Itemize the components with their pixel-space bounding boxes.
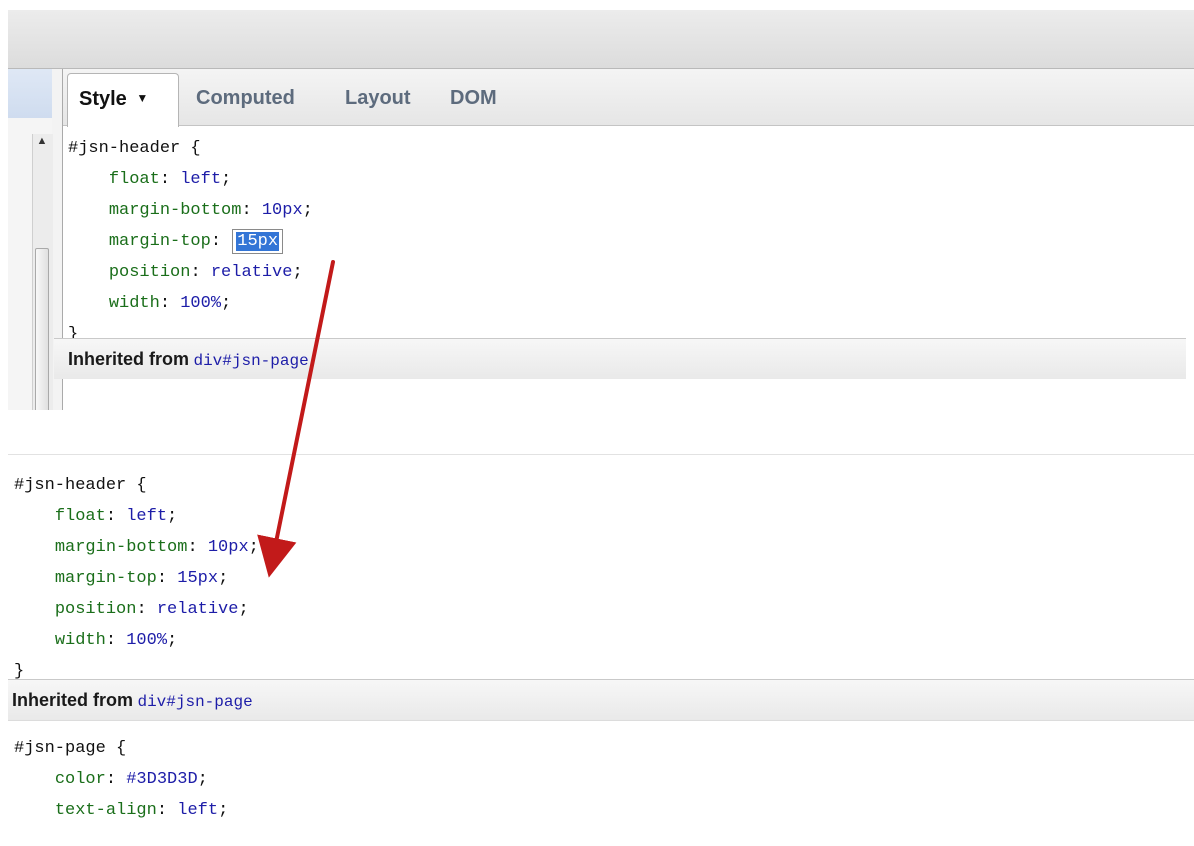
tab-dom[interactable]: DOM	[450, 87, 497, 110]
semicolon: ;	[248, 538, 259, 557]
property-value[interactable]: relative	[211, 263, 293, 282]
rule-selector[interactable]: #jsn-header	[68, 139, 180, 158]
html-pane-selected-node[interactable]	[8, 69, 52, 118]
property-name[interactable]: float	[55, 507, 106, 526]
property-name[interactable]: text-align	[55, 801, 157, 820]
inherited-element-link[interactable]: div#jsn-page	[137, 693, 252, 711]
semicolon: ;	[167, 507, 178, 526]
semicolon: ;	[302, 201, 313, 220]
inherited-element-link[interactable]: div#jsn-page	[193, 352, 308, 370]
colon: :	[105, 507, 117, 526]
inherited-section-header: Inherited from div#jsn-page	[54, 338, 1186, 379]
inherited-section-header: Inherited from div#jsn-page	[8, 679, 1194, 721]
property-value[interactable]: 10px	[262, 201, 303, 220]
rule-selector[interactable]: #jsn-header	[14, 476, 126, 495]
colon: :	[159, 294, 171, 313]
inherited-label: Inherited from	[68, 349, 190, 369]
semicolon: ;	[292, 263, 303, 282]
property-name[interactable]: width	[55, 631, 106, 650]
colon: :	[156, 569, 168, 588]
inherited-label: Inherited from	[12, 690, 134, 710]
property-name[interactable]: position	[109, 263, 191, 282]
semicolon: ;	[218, 801, 229, 820]
property-name[interactable]: position	[55, 600, 137, 619]
semicolon: ;	[221, 170, 232, 189]
open-brace: {	[116, 739, 127, 758]
css-rule-jsn-header-result: #jsn-header { float: left; margin-bottom…	[14, 470, 259, 687]
property-name[interactable]: margin-top	[109, 232, 211, 251]
inline-value-editor[interactable]: 15px	[232, 229, 284, 254]
property-value[interactable]: 100%	[180, 294, 221, 313]
property-name[interactable]: color	[55, 770, 106, 789]
css-rule-jsn-page: #jsn-page { color: #3D3D3D; text-align: …	[14, 733, 228, 826]
colon: :	[156, 801, 168, 820]
colon: :	[190, 263, 201, 282]
tab-style-label: Style	[79, 88, 127, 110]
property-name[interactable]: margin-top	[55, 569, 157, 588]
colon: :	[159, 170, 171, 189]
property-name[interactable]: float	[109, 170, 160, 189]
colon: :	[105, 631, 117, 650]
property-value[interactable]: 10px	[208, 538, 249, 557]
property-name[interactable]: margin-bottom	[55, 538, 188, 557]
tab-computed[interactable]: Computed	[196, 87, 295, 110]
scrollbar-thumb[interactable]	[35, 248, 49, 410]
colon: :	[105, 770, 117, 789]
property-value[interactable]: #3D3D3D	[126, 770, 197, 789]
chevron-down-icon: ▼	[136, 91, 149, 105]
semicolon: ;	[167, 631, 178, 650]
property-name[interactable]: width	[109, 294, 160, 313]
property-value[interactable]: 100%	[126, 631, 167, 650]
scroll-up-icon[interactable]: ▲	[32, 135, 52, 147]
semicolon: ;	[218, 569, 229, 588]
selected-value-text[interactable]: 15px	[236, 232, 280, 251]
colon: :	[136, 600, 147, 619]
colon: :	[241, 201, 252, 220]
semicolon: ;	[221, 294, 232, 313]
open-brace: {	[136, 476, 147, 495]
colon: :	[210, 232, 222, 251]
semicolon: ;	[238, 600, 249, 619]
tab-layout[interactable]: Layout	[345, 87, 411, 110]
property-value[interactable]: 15px	[177, 569, 218, 588]
css-rule-jsn-header: #jsn-header { float: left; margin-bottom…	[68, 133, 313, 350]
tab-bar: Style ▼ Computed Layout DOM	[63, 69, 1194, 127]
property-name[interactable]: margin-bottom	[109, 201, 242, 220]
open-brace: {	[190, 139, 201, 158]
property-value[interactable]: relative	[157, 600, 239, 619]
rule-selector[interactable]: #jsn-page	[14, 739, 106, 758]
colon: :	[187, 538, 198, 557]
semicolon: ;	[197, 770, 208, 789]
property-value[interactable]: left	[180, 170, 221, 189]
tab-style[interactable]: Style ▼	[67, 73, 179, 127]
property-value[interactable]: left	[177, 801, 218, 820]
property-value[interactable]: left	[126, 507, 167, 526]
toolbar	[8, 10, 1194, 69]
